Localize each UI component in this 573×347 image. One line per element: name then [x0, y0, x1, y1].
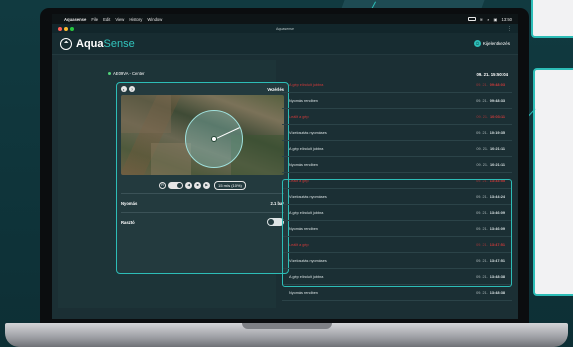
event-time-value: 09:48:33: [489, 99, 505, 103]
event-time: 09. 21. 10:21:11: [476, 163, 505, 167]
event-row[interactable]: Nyomás rendben 09. 21. 09:48:33: [282, 94, 512, 109]
card-toolbar: ◐ ? Vezérlés: [117, 83, 288, 95]
logout-label: Kijelentkezés: [482, 41, 510, 46]
device-name: AE09VA - Center: [108, 71, 145, 76]
speed-badge[interactable]: 15 m/s (10%): [214, 180, 246, 190]
event-time-value: 13:48:38: [489, 291, 505, 295]
event-date-prefix: 09. 21.: [476, 131, 488, 135]
logo-text-bold: Aqua: [76, 37, 104, 50]
window-titlebar: Aquasense ⋮: [52, 24, 518, 33]
app-logo: ⏶ Aqua Sense: [60, 37, 135, 50]
event-time-value: 10:21:11: [490, 147, 505, 151]
info-icon[interactable]: ?: [129, 86, 135, 92]
pivot-hub-marker[interactable]: [211, 136, 217, 142]
event-label: A gép elindult jobbra: [289, 147, 324, 151]
pivot-controls: R ◀ ■ ▶ 15 m/s (10%): [117, 180, 288, 190]
event-date-prefix: 09. 21.: [476, 163, 488, 167]
laptop-screen: Aquasense File Edit View History Window …: [52, 14, 518, 319]
pressure-row: Nyomás 2.1 bar: [117, 197, 288, 209]
event-time-value: 10:19:35: [489, 131, 505, 135]
menu-window[interactable]: Window: [147, 17, 162, 22]
event-label: Nyomás rendben: [289, 99, 318, 103]
menu-file[interactable]: File: [91, 17, 98, 22]
event-label: A gép elindult jobbra: [289, 83, 324, 87]
map-field-patch: [121, 95, 171, 133]
event-date-prefix: 09. 21.: [476, 115, 488, 119]
field-map[interactable]: [121, 95, 284, 175]
logo-drop-icon: ⏶: [60, 37, 72, 50]
online-status-dot: [108, 72, 111, 75]
menu-view[interactable]: View: [115, 17, 124, 22]
event-row[interactable]: A gép elindult jobbra 09. 21. 09:48:03: [282, 78, 512, 93]
callout-card-top: [531, 0, 573, 38]
event-time-value: 10:03:11: [490, 115, 505, 119]
divider: [121, 212, 284, 213]
event-time: 09. 21. 10:21:11: [476, 147, 505, 151]
play-button[interactable]: ▶: [203, 181, 211, 189]
event-date-prefix: 09. 21.: [476, 99, 488, 103]
event-date-prefix: 09. 21.: [476, 83, 488, 87]
event-time: 09. 21. 13:48:38: [476, 291, 505, 295]
event-row[interactable]: A gép elindult jobbra 09. 21. 10:21:11: [282, 142, 512, 157]
event-date-prefix: 09. 21.: [476, 291, 488, 295]
event-time-value: 10:21:11: [490, 163, 505, 167]
event-time-value: 09:48:03: [489, 83, 505, 87]
menu-edit[interactable]: Edit: [103, 17, 110, 22]
event-timestamp: 09. 21. 15:50:04: [476, 72, 508, 77]
event-panel: 09. 21. 15:50:04 A gép elindult jobbra 09…: [282, 60, 512, 310]
stop-button[interactable]: ■: [194, 181, 202, 189]
logout-icon: ⏻: [473, 40, 481, 47]
event-time: 09. 21. 09:48:33: [476, 99, 505, 103]
event-date-prefix: 09. 21.: [476, 147, 488, 151]
laptop-notch: [242, 323, 332, 329]
os-menubar: Aquasense File Edit View History Window …: [52, 14, 518, 24]
reverse-icon[interactable]: R: [159, 181, 167, 189]
battery-icon[interactable]: [467, 17, 476, 21]
device-control-card: ◐ ? Vezérlés R ◀ ■ ▶ 15 m/s (10%) Nyomás…: [116, 82, 289, 274]
event-label: Vízelosztás nyomáses: [289, 131, 327, 135]
control-center-icon[interactable]: ▣: [494, 17, 498, 22]
search-icon[interactable]: ⌕: [487, 17, 489, 22]
app-header: ⏶ Aqua Sense ⏻ Kijelentkezés: [52, 33, 518, 55]
event-row[interactable]: Nyomás rendben 09. 21. 13:48:38: [282, 286, 512, 301]
logout-button[interactable]: ⏻ Kijelentkezés: [473, 40, 510, 47]
event-label: Leállt a gép: [289, 115, 309, 119]
event-row[interactable]: Vízelosztás nyomáses 09. 21. 10:19:35: [282, 126, 512, 141]
logo-text-accent: Sense: [103, 37, 135, 50]
highlighted-events-box: [282, 179, 512, 287]
rewind-button[interactable]: ◀: [185, 181, 193, 189]
event-label: Nyomás rendben: [289, 291, 318, 295]
menu-app-name[interactable]: Aquasense: [64, 17, 86, 22]
callout-card-right: [533, 68, 573, 296]
event-time: 09. 21. 10:03:11: [476, 115, 505, 119]
rinse-label: Rasztó: [121, 219, 135, 225]
pressure-label: Nyomás: [121, 200, 138, 206]
map-field-patch: [151, 143, 191, 175]
event-time: 09. 21. 10:19:35: [476, 131, 505, 135]
clock[interactable]: 13:50: [502, 17, 512, 22]
window-title: Aquasense: [276, 26, 294, 31]
event-row[interactable]: Leállt a gép 09. 21. 10:03:11: [282, 110, 512, 125]
device-name-label: AE09VA - Center: [113, 71, 145, 76]
menu-history[interactable]: History: [129, 17, 142, 22]
wifi-icon[interactable]: ≋: [480, 17, 484, 22]
day-night-icon[interactable]: ◐: [121, 86, 127, 92]
event-row[interactable]: Nyomás rendben 09. 21. 10:21:11: [282, 158, 512, 173]
divider: [121, 193, 284, 194]
event-label: Nyomás rendben: [289, 163, 318, 167]
main-content: AE09VA - Center ◐ ? Vezérlés R ◀ ■ ▶ 15 …: [58, 60, 512, 310]
rinse-row: Rasztó: [117, 216, 288, 228]
direction-toggle[interactable]: [168, 181, 184, 189]
event-time: 09. 21. 09:48:03: [476, 83, 505, 87]
